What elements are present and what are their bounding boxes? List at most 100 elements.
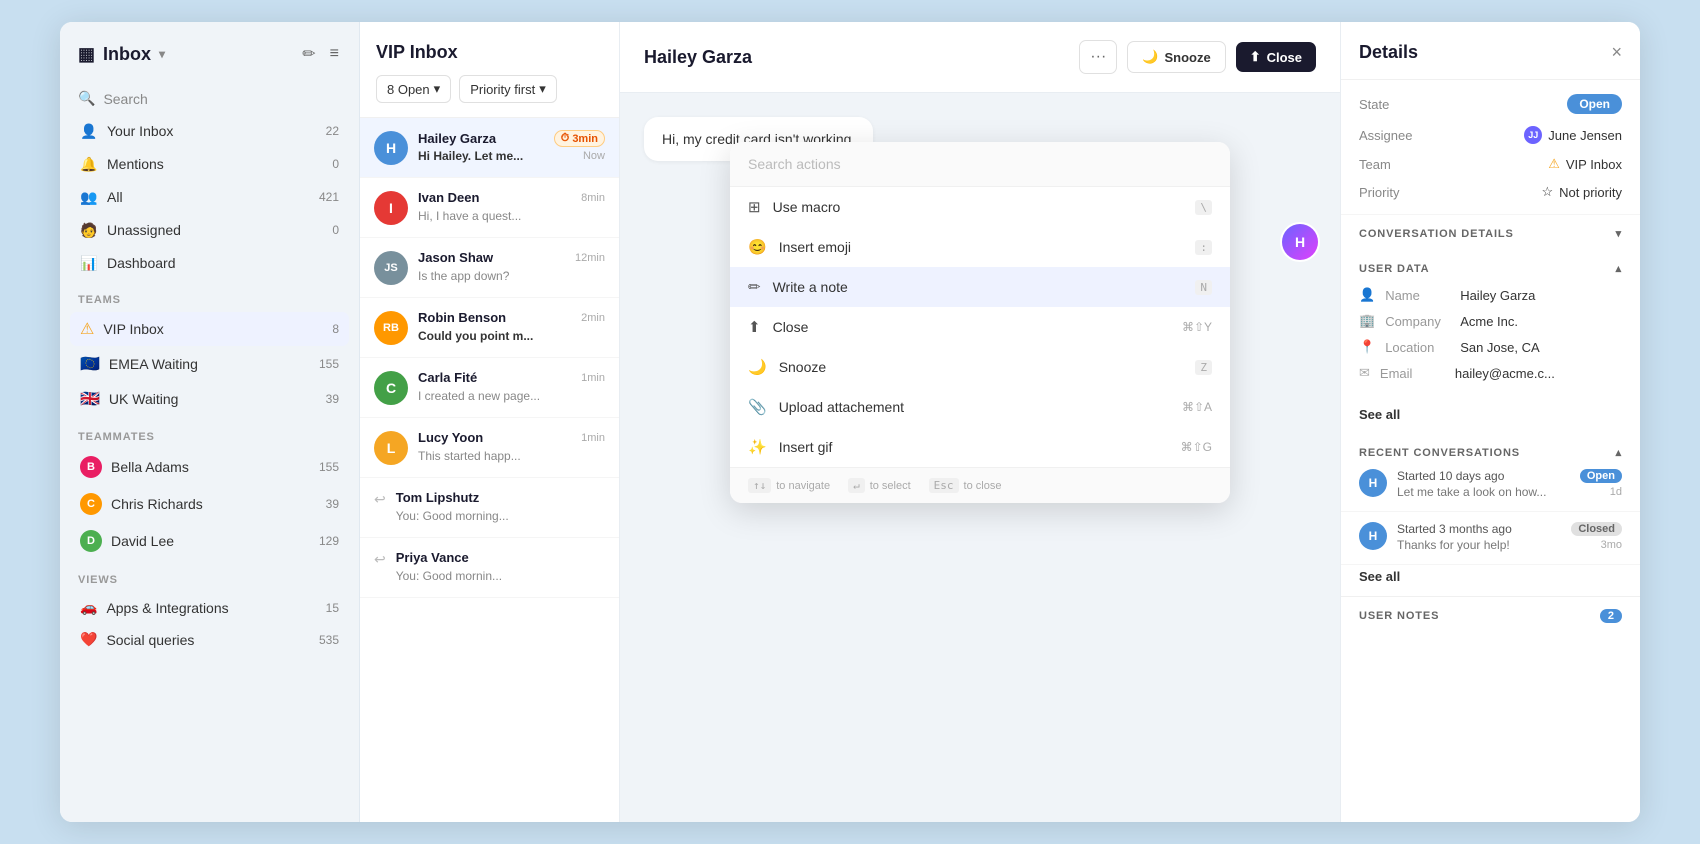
tom-preview: You: Good morning... <box>396 509 509 523</box>
recent-status-2: Closed <box>1571 522 1622 536</box>
sidebar-item-mentions[interactable]: 🔔 Mentions 0 <box>70 148 349 180</box>
conv-item-robin[interactable]: RB Robin Benson 2min Could you point m..… <box>360 298 619 358</box>
assignee-row: Assignee JJ June Jensen <box>1359 126 1622 144</box>
reply-icon-tom: ↩ <box>374 491 386 508</box>
chevron-down-icon-2: ▾ <box>539 81 546 97</box>
chat-user-avatar: H <box>1280 222 1320 262</box>
action-snooze[interactable]: 🌙 Snooze Z <box>730 347 1230 387</box>
details-close-button[interactable]: × <box>1611 42 1622 63</box>
open-count-filter[interactable]: 8 Open ▾ <box>376 75 451 103</box>
social-icon: ❤️ <box>80 631 97 648</box>
teammate-item-bella[interactable]: B Bella Adams 155 <box>70 449 349 485</box>
priya-content: Priya Vance You: Good mornin... <box>396 550 605 585</box>
apps-icon: 🚗 <box>80 599 97 616</box>
recent-conv-header[interactable]: RECENT CONVERSATIONS ▴ <box>1341 434 1640 459</box>
sidebar-nav: 👤 Your Inbox 22 🔔 Mentions 0 👥 All 421 <box>60 115 359 280</box>
team-item-emea[interactable]: 🇪🇺 EMEA Waiting 155 <box>70 347 349 381</box>
team-item-uk[interactable]: 🇬🇧 UK Waiting 39 <box>70 382 349 416</box>
teammate-item-david[interactable]: D David Lee 129 <box>70 523 349 559</box>
gif-icon: ✨ <box>748 438 767 456</box>
close-action-icon: ⬆ <box>748 318 761 336</box>
sidebar-item-unassigned[interactable]: 🧑 Unassigned 0 <box>70 214 349 246</box>
collapse-button[interactable]: ≡ <box>328 43 341 65</box>
details-state-section: State Open Assignee JJ June Jensen Team … <box>1341 80 1640 215</box>
reply-icon-priya: ↩ <box>374 551 386 568</box>
snooze-button[interactable]: 🌙 Snooze <box>1127 41 1225 73</box>
all-icon: 👥 <box>80 188 98 206</box>
conv-item-tom[interactable]: ↩ Tom Lipshutz You: Good morning... <box>360 478 619 538</box>
conv-items: H Hailey Garza ⏱ 3min Hi Hailey. Let me.… <box>360 118 619 822</box>
sidebar-item-dashboard[interactable]: 📊 Dashboard <box>70 247 349 279</box>
sidebar-item-all[interactable]: 👥 All 421 <box>70 181 349 213</box>
ivan-name: Ivan Deen <box>418 190 479 205</box>
conv-item-priya[interactable]: ↩ Priya Vance You: Good mornin... <box>360 538 619 598</box>
teammate-item-chris[interactable]: C Chris Richards 39 <box>70 486 349 522</box>
details-header: Details × <box>1341 22 1640 80</box>
robin-preview: Could you point m... <box>418 329 533 343</box>
ivan-preview: Hi, I have a quest... <box>418 209 521 223</box>
actions-search: Search actions <box>730 142 1230 187</box>
robin-avatar: RB <box>374 311 408 345</box>
main-chat: Hailey Garza ··· 🌙 Snooze ⬆ Close Hi, my… <box>620 22 1340 822</box>
your-inbox-icon: 👤 <box>80 122 98 140</box>
action-use-macro[interactable]: ⊞ Use macro \ <box>730 187 1230 227</box>
conv-details-header[interactable]: CONVERSATION DETAILS ▾ <box>1341 215 1640 240</box>
company-row: 🏢 Company Acme Inc. <box>1359 313 1622 329</box>
state-badge: Open <box>1567 94 1622 114</box>
moon-icon: 🌙 <box>1142 49 1158 65</box>
tom-content: Tom Lipshutz You: Good morning... <box>396 490 605 525</box>
view-item-apps[interactable]: 🚗 Apps & Integrations 15 <box>70 592 349 623</box>
conv-item-hailey[interactable]: H Hailey Garza ⏱ 3min Hi Hailey. Let me.… <box>360 118 619 178</box>
details-panel: Details × State Open Assignee JJ June Je… <box>1340 22 1640 822</box>
team-item-vip[interactable]: ⚠ VIP Inbox 8 <box>70 312 349 346</box>
action-insert-emoji[interactable]: 😊 Insert emoji : <box>730 227 1230 267</box>
see-all-conversations[interactable]: See all <box>1341 565 1640 596</box>
recent-conversations-list: H Started 10 days ago Open Let me take a… <box>1341 459 1640 565</box>
see-all-user-data[interactable]: See all <box>1341 403 1640 434</box>
user-data-section: 👤 Name Hailey Garza 🏢 Company Acme Inc. … <box>1341 275 1640 403</box>
priority-row: Priority ☆ Not priority <box>1359 184 1622 200</box>
action-close[interactable]: ⬆ Close ⌘⇧Y <box>730 307 1230 347</box>
user-notes-header[interactable]: USER NOTES 2 <box>1341 596 1640 635</box>
conv-item-carla[interactable]: C Carla Fité 1min I created a new page..… <box>360 358 619 418</box>
lucy-avatar: L <box>374 431 408 465</box>
sidebar-item-your-inbox[interactable]: 👤 Your Inbox 22 <box>70 115 349 147</box>
search-item[interactable]: 🔍 Search <box>60 82 359 115</box>
compose-button[interactable]: ✏ <box>300 42 317 66</box>
chris-avatar: C <box>80 493 102 515</box>
vip-icon: ⚠ <box>80 319 94 339</box>
carla-avatar: C <box>374 371 408 405</box>
more-options-button[interactable]: ··· <box>1079 40 1117 74</box>
jason-avatar: JS <box>374 251 408 285</box>
david-avatar: D <box>80 530 102 552</box>
macro-icon: ⊞ <box>748 198 761 216</box>
sidebar-title: ▦ Inbox ▾ <box>78 44 165 65</box>
conv-item-jason[interactable]: JS Jason Shaw 12min Is the app down? <box>360 238 619 298</box>
close-button[interactable]: ⬆ Close <box>1236 42 1316 72</box>
sidebar-header: ▦ Inbox ▾ ✏ ≡ <box>60 22 359 82</box>
lucy-name: Lucy Yoon <box>418 430 483 445</box>
chevron-up-icon-user: ▴ <box>1616 262 1622 275</box>
action-insert-gif[interactable]: ✨ Insert gif ⌘⇧G <box>730 427 1230 467</box>
conv-item-lucy[interactable]: L Lucy Yoon 1min This started happ... <box>360 418 619 478</box>
details-title: Details <box>1359 42 1418 63</box>
priority-filter[interactable]: Priority first ▾ <box>459 75 557 103</box>
teammates-list: B Bella Adams 155 C Chris Richards 39 D … <box>60 449 359 560</box>
action-write-note[interactable]: ✏ Write a note N <box>730 267 1230 307</box>
tom-name: Tom Lipshutz <box>396 490 480 505</box>
recent-conv-2[interactable]: H Started 3 months ago Closed Thanks for… <box>1341 512 1640 565</box>
dropdown-chevron[interactable]: ▾ <box>159 47 165 61</box>
recent-conv-1[interactable]: H Started 10 days ago Open Let me take a… <box>1341 459 1640 512</box>
recent-status-1: Open <box>1580 469 1622 483</box>
views-section-label: VIEWS <box>60 560 359 592</box>
conv-item-ivan[interactable]: I Ivan Deen 8min Hi, I have a quest... <box>360 178 619 238</box>
view-item-social[interactable]: ❤️ Social queries 535 <box>70 624 349 655</box>
teammates-section-label: TEAMMATES <box>60 417 359 449</box>
recent-content-2: Started 3 months ago Closed Thanks for y… <box>1397 522 1622 554</box>
location-row: 📍 Location San Jose, CA <box>1359 339 1622 355</box>
views-list: 🚗 Apps & Integrations 15 ❤️ Social queri… <box>60 592 359 656</box>
action-upload[interactable]: 📎 Upload attachement ⌘⇧A <box>730 387 1230 427</box>
user-data-header[interactable]: USER DATA ▴ <box>1341 250 1640 275</box>
close-icon: ⬆ <box>1250 49 1261 65</box>
conversation-list: VIP Inbox 8 Open ▾ Priority first ▾ H Ha… <box>360 22 620 822</box>
